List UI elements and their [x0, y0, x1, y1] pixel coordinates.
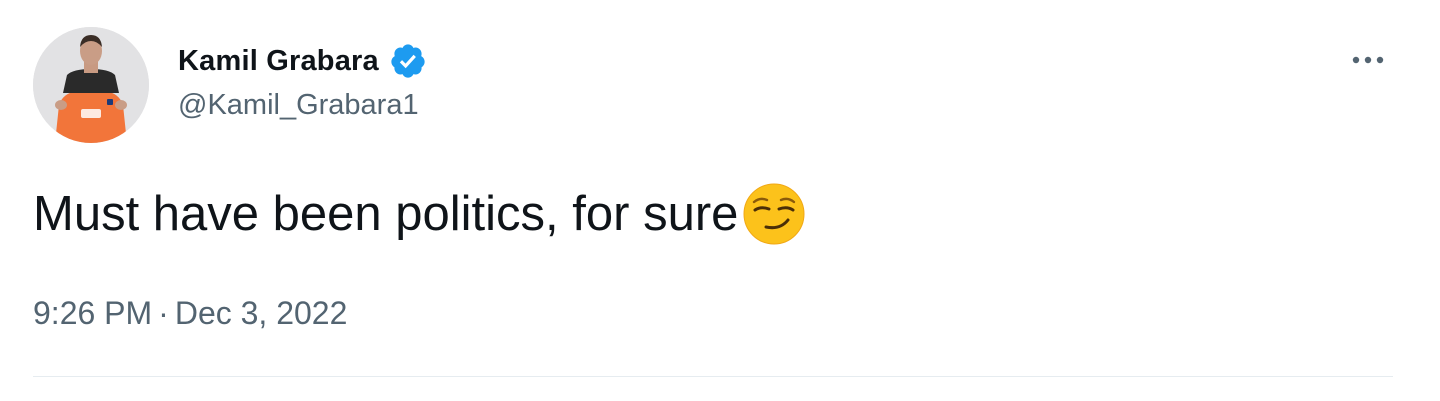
avatar[interactable]	[33, 27, 149, 143]
author-handle[interactable]: @Kamil_Grabara1	[178, 89, 419, 122]
more-options-button[interactable]	[1348, 42, 1388, 78]
smirking-face-icon	[743, 183, 805, 245]
tweet-body: Must have been politics, for sure	[33, 182, 806, 246]
timestamp-separator: ·	[158, 295, 169, 331]
author-name-row: Kamil Grabara	[178, 40, 427, 82]
tweet-time: 9:26 PM	[33, 295, 153, 331]
more-options-icon	[1352, 56, 1384, 64]
tweet-timestamp[interactable]: 9:26 PM · Dec 3, 2022	[33, 295, 347, 332]
display-name[interactable]: Kamil Grabara	[178, 45, 379, 78]
tweet-card: Kamil Grabara @Kamil_Grabara1 Must have …	[0, 0, 1440, 401]
tweet-text: Must have been politics, for sure	[33, 187, 739, 241]
verified-badge-icon	[391, 44, 425, 78]
tweet-date: Dec 3, 2022	[174, 295, 348, 331]
divider	[33, 376, 1393, 377]
profile-photo-icon	[33, 27, 149, 143]
